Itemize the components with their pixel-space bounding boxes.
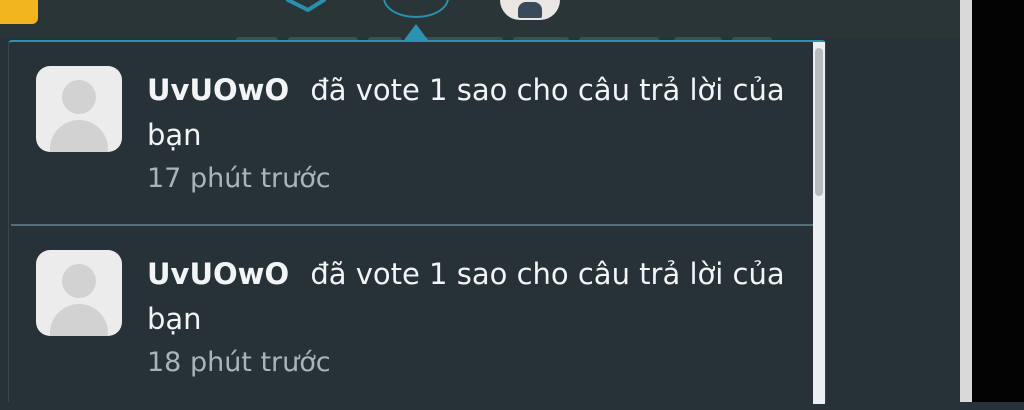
- dropdown-scrollbar-thumb[interactable]: [815, 48, 823, 196]
- notification-item[interactable]: UvUOwO đã vote 1 sao cho câu trả lời của…: [11, 42, 816, 226]
- top-navigation-bar: [0, 0, 960, 44]
- notification-username[interactable]: UvUOwO: [147, 257, 289, 291]
- page-scrollbar-track[interactable]: [960, 0, 972, 402]
- notification-text: UvUOwO đã vote 1 sao cho câu trả lời của…: [147, 68, 787, 200]
- notifications-dropdown: UvUOwO đã vote 1 sao cho câu trả lời của…: [8, 40, 826, 404]
- send-icon[interactable]: [286, 0, 326, 12]
- notification-text: UvUOwO đã vote 1 sao cho câu trả lời của…: [147, 252, 787, 384]
- user-avatar-icon[interactable]: [500, 0, 560, 20]
- site-logo[interactable]: [0, 0, 38, 24]
- notification-item[interactable]: UvUOwO đã vote 1 sao cho câu trả lời của…: [11, 226, 816, 410]
- default-avatar-icon: [36, 66, 122, 152]
- dropdown-pointer: [404, 24, 428, 40]
- dropdown-scrollbar[interactable]: [813, 42, 825, 404]
- notification-bell-icon[interactable]: [383, 0, 449, 18]
- notification-time: 17 phút trước: [147, 163, 331, 194]
- window-edge: [972, 0, 1024, 402]
- default-avatar-icon: [36, 250, 122, 336]
- notification-time: 18 phút trước: [147, 347, 331, 378]
- notification-username[interactable]: UvUOwO: [147, 73, 289, 107]
